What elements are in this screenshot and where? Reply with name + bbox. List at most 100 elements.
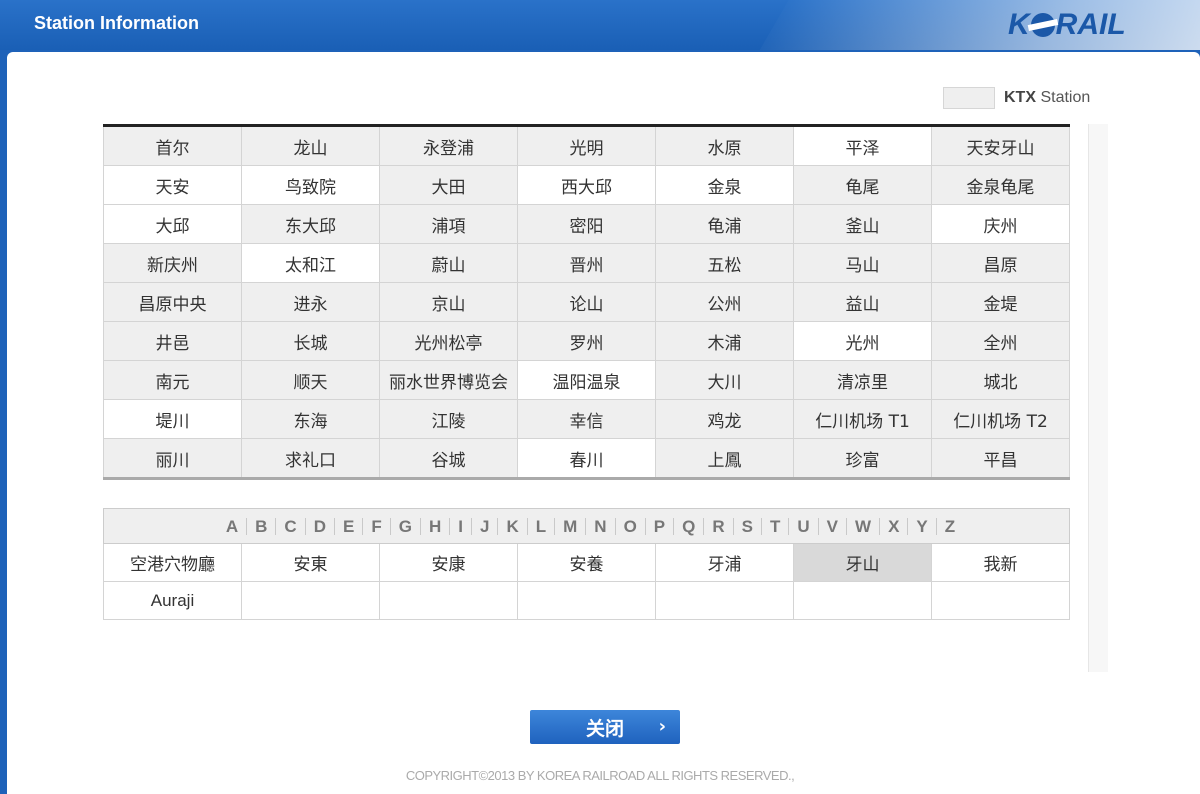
alphabet-letter-w[interactable]: W [847, 517, 881, 535]
alphabet-letter-c[interactable]: C [276, 517, 306, 535]
station-cell[interactable]: 平泽 [793, 125, 932, 166]
station-cell[interactable]: 公州 [655, 282, 794, 322]
station-cell[interactable]: 光明 [517, 125, 656, 166]
station-cell[interactable]: 浦項 [379, 204, 518, 244]
result-cell[interactable]: 我新 [931, 543, 1070, 582]
station-cell[interactable]: 仁川机场 T2 [931, 399, 1070, 439]
result-cell[interactable]: 安養 [517, 543, 656, 582]
result-cell[interactable]: 安東 [241, 543, 380, 582]
station-cell[interactable]: 全州 [931, 321, 1070, 361]
station-cell[interactable]: 马山 [793, 243, 932, 283]
alphabet-letter-l[interactable]: L [528, 517, 556, 535]
alphabet-letter-r[interactable]: R [704, 517, 734, 535]
station-cell[interactable]: 木浦 [655, 321, 794, 361]
alphabet-letter-p[interactable]: P [646, 517, 675, 535]
station-cell[interactable]: 井邑 [103, 321, 242, 361]
result-cell[interactable]: Auraji [103, 581, 242, 620]
alphabet-letter-u[interactable]: U [789, 517, 819, 535]
result-cell[interactable]: 牙浦 [655, 543, 794, 582]
station-cell[interactable]: 光州 [793, 321, 932, 361]
station-cell[interactable]: 罗州 [517, 321, 656, 361]
station-cell[interactable]: 益山 [793, 282, 932, 322]
station-cell[interactable]: 城北 [931, 360, 1070, 400]
alphabet-letter-e[interactable]: E [335, 517, 364, 535]
station-cell[interactable]: 求礼口 [241, 438, 380, 479]
station-cell[interactable]: 龙山 [241, 125, 380, 166]
alphabet-letter-g[interactable]: G [391, 517, 421, 535]
station-cell[interactable]: 庆州 [931, 204, 1070, 244]
station-cell[interactable]: 龟浦 [655, 204, 794, 244]
station-cell[interactable]: 平昌 [931, 438, 1070, 479]
alphabet-letter-m[interactable]: M [555, 517, 587, 535]
station-cell[interactable]: 东大邱 [241, 204, 380, 244]
station-cell[interactable]: 顺天 [241, 360, 380, 400]
station-cell[interactable]: 仁川机场 T1 [793, 399, 932, 439]
station-cell[interactable]: 江陵 [379, 399, 518, 439]
result-cell[interactable]: 牙山 [793, 543, 932, 582]
scrollbar[interactable] [1088, 124, 1108, 672]
station-cell[interactable]: 釜山 [793, 204, 932, 244]
station-cell[interactable]: 珍富 [793, 438, 932, 479]
alphabet-letter-v[interactable]: V [819, 517, 848, 535]
station-cell[interactable]: 龟尾 [793, 165, 932, 205]
station-cell[interactable]: 蔚山 [379, 243, 518, 283]
station-cell[interactable]: 水原 [655, 125, 794, 166]
station-cell[interactable]: 堤川 [103, 399, 242, 439]
alphabet-letter-x[interactable]: X [880, 517, 909, 535]
station-cell[interactable]: 密阳 [517, 204, 656, 244]
alphabet-letter-s[interactable]: S [734, 517, 762, 535]
station-cell[interactable]: 天安 [103, 165, 242, 205]
station-cell[interactable]: 东海 [241, 399, 380, 439]
station-cell[interactable]: 上鳳 [655, 438, 794, 479]
close-button[interactable]: 关闭 › [530, 710, 680, 744]
alphabet-letter-n[interactable]: N [586, 517, 616, 535]
station-cell[interactable]: 大川 [655, 360, 794, 400]
station-cell[interactable]: 丽水世界博览会 [379, 360, 518, 400]
alphabet-letter-j[interactable]: J [472, 517, 499, 535]
station-cell[interactable]: 谷城 [379, 438, 518, 479]
station-cell[interactable]: 温阳温泉 [517, 360, 656, 400]
station-cell[interactable]: 丽川 [103, 438, 242, 479]
station-cell[interactable]: 清凉里 [793, 360, 932, 400]
station-cell[interactable]: 幸信 [517, 399, 656, 439]
station-cell[interactable]: 永登浦 [379, 125, 518, 166]
alphabet-letter-a[interactable]: A [218, 517, 248, 535]
station-cell[interactable]: 春川 [517, 438, 656, 479]
station-cell[interactable]: 天安牙山 [931, 125, 1070, 166]
alphabet-letter-z[interactable]: Z [937, 518, 963, 535]
alphabet-letter-i[interactable]: I [450, 517, 472, 535]
alphabet-letter-f[interactable]: F [363, 517, 391, 535]
alphabet-letter-b[interactable]: B [247, 517, 277, 535]
alphabet-letter-q[interactable]: Q [674, 517, 705, 535]
station-cell[interactable]: 光州松亭 [379, 321, 518, 361]
result-cell [931, 581, 1070, 620]
station-cell[interactable]: 新庆州 [103, 243, 242, 283]
alphabet-letter-k[interactable]: K [498, 517, 528, 535]
alphabet-letter-d[interactable]: D [306, 517, 335, 535]
station-cell[interactable]: 鸡龙 [655, 399, 794, 439]
station-cell[interactable]: 论山 [517, 282, 656, 322]
station-cell[interactable]: 太和江 [241, 243, 380, 283]
station-cell[interactable]: 大邱 [103, 204, 242, 244]
alphabet-letter-h[interactable]: H [421, 517, 451, 535]
result-cell[interactable]: 空港穴物廳 [103, 543, 242, 582]
station-cell[interactable]: 金泉 [655, 165, 794, 205]
station-cell[interactable]: 金泉龟尾 [931, 165, 1070, 205]
station-cell[interactable]: 鸟致院 [241, 165, 380, 205]
station-cell[interactable]: 大田 [379, 165, 518, 205]
station-cell[interactable]: 晋州 [517, 243, 656, 283]
station-cell[interactable]: 昌原 [931, 243, 1070, 283]
station-cell[interactable]: 昌原中央 [103, 282, 242, 322]
station-cell[interactable]: 西大邱 [517, 165, 656, 205]
station-cell[interactable]: 五松 [655, 243, 794, 283]
station-cell[interactable]: 南元 [103, 360, 242, 400]
station-cell[interactable]: 长城 [241, 321, 380, 361]
alphabet-letter-t[interactable]: T [762, 517, 790, 535]
station-cell[interactable]: 京山 [379, 282, 518, 322]
station-cell[interactable]: 金堤 [931, 282, 1070, 322]
alphabet-letter-y[interactable]: Y [908, 517, 937, 535]
station-cell[interactable]: 进永 [241, 282, 380, 322]
result-cell[interactable]: 安康 [379, 543, 518, 582]
station-cell[interactable]: 首尔 [103, 125, 242, 166]
alphabet-letter-o[interactable]: O [616, 517, 646, 535]
